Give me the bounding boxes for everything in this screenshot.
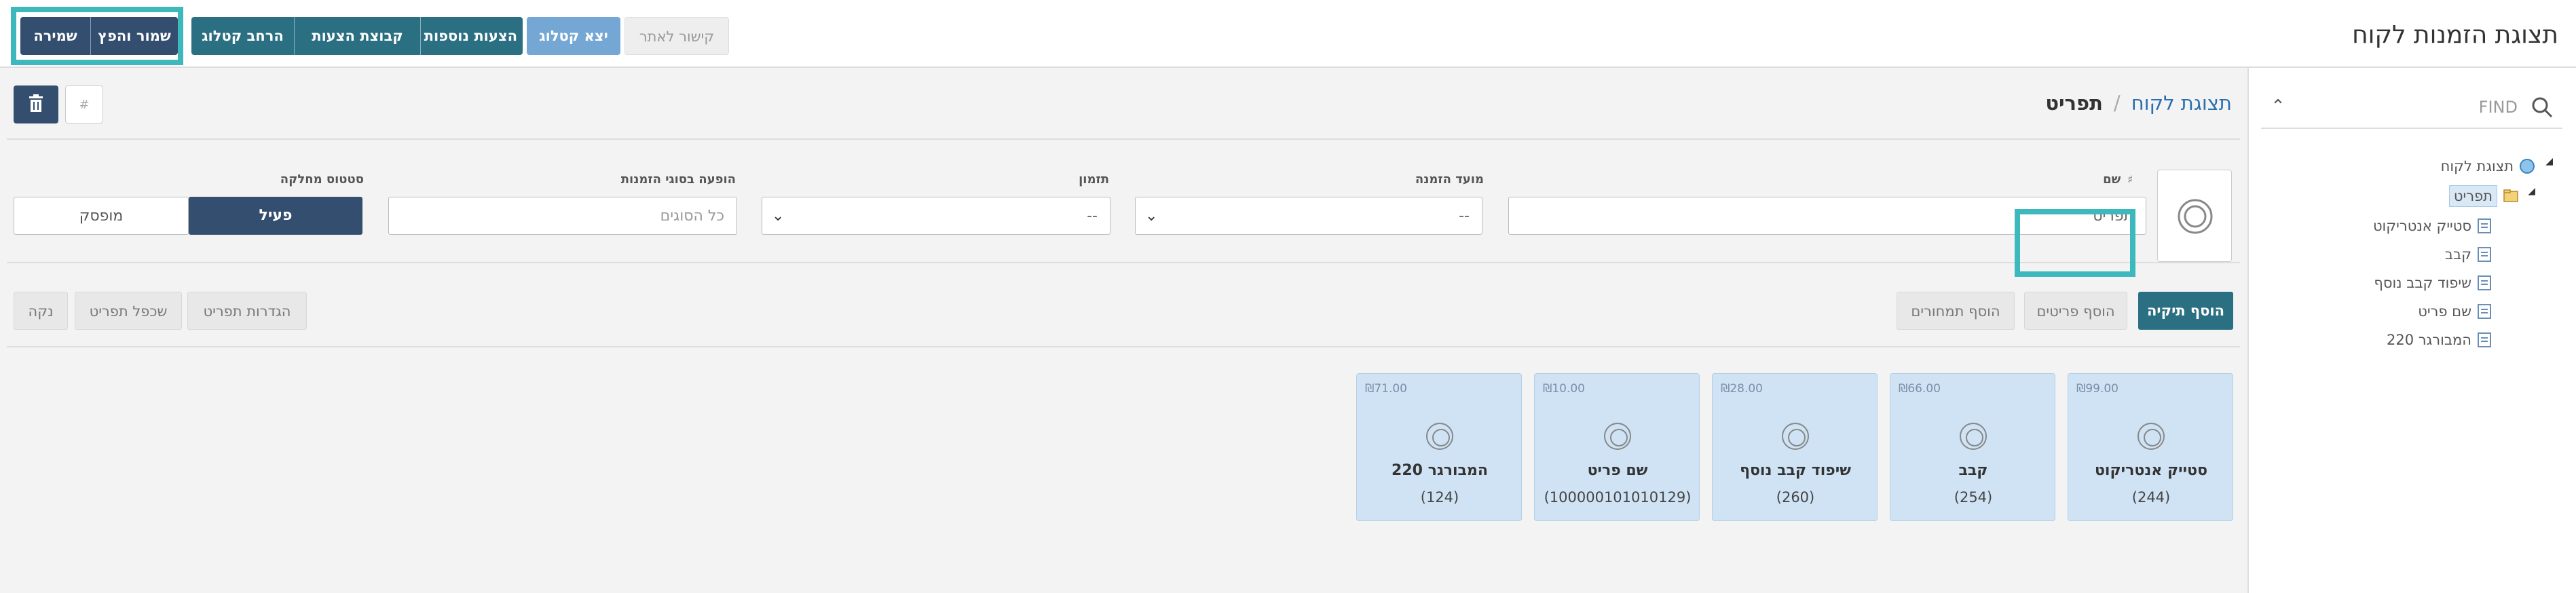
sidebar: ⌃ ◢ תצוגת לקוח ◢ תפריט סטייק אנטריקוט קב… — [2247, 68, 2576, 593]
main-content: תצוגת לקוח/תפריט # ♯שם תפריט מועד הזמנה … — [0, 68, 2247, 593]
tree-node-label: סטייק אנטריקוט — [2372, 218, 2471, 234]
tree-expand-arrow-menu[interactable]: ◢ — [2528, 186, 2535, 197]
item-price: ₪28.00 — [1721, 382, 1763, 396]
add-pricing-button[interactable]: הוסף תמחורים — [1897, 292, 2015, 330]
folder-icon — [2503, 189, 2518, 202]
item-name: שם פריט — [1587, 462, 1648, 479]
clone-menu-button[interactable]: שכפל תפריט — [75, 292, 182, 330]
globe-icon — [2520, 159, 2535, 174]
tree-expand-arrow-root[interactable]: ◢ — [2545, 156, 2553, 167]
chevron-down-icon: ⌄ — [1145, 208, 1158, 225]
item-code: (244) — [2131, 489, 2171, 505]
document-icon — [2478, 218, 2491, 233]
item-image-placeholder-icon — [2138, 423, 2165, 450]
offer-groups-button[interactable]: קבוצת הצעות — [295, 17, 421, 55]
tree-node-root[interactable]: תצוגת לקוח — [2441, 153, 2535, 178]
item-image-placeholder-icon — [1960, 423, 1987, 450]
document-icon — [2478, 247, 2491, 262]
item-name: שיפוד קבב נוסף — [1740, 462, 1851, 479]
item-name: המבורגר 220 — [1392, 462, 1488, 479]
menu-image-box[interactable] — [2157, 170, 2232, 262]
item-code: (254) — [1954, 489, 1993, 505]
menu-item-card[interactable]: ₪10.00 שם פריט (100000101010129) — [1534, 373, 1700, 521]
delete-button[interactable] — [14, 85, 58, 123]
availability-label: תזמון — [1079, 172, 1109, 187]
chevron-down-icon: ⌄ — [772, 208, 785, 225]
save-button[interactable]: שמירה — [20, 17, 91, 55]
save-publish-button[interactable]: שמור והפץ — [91, 17, 178, 55]
document-icon — [2478, 332, 2491, 347]
item-name: סטייק אנטריקוט — [2094, 462, 2208, 479]
tree-node-item[interactable]: קבב — [2445, 242, 2492, 266]
item-price: ₪10.00 — [1543, 382, 1585, 396]
tree-node-label: שם פריט — [2418, 303, 2471, 320]
divider — [7, 262, 2240, 263]
menu-item-card[interactable]: ₪28.00 שיפוד קבב נוסף (260) — [1712, 373, 1878, 521]
item-image-placeholder-icon — [1782, 423, 1809, 450]
tree-node-menu[interactable]: תפריט — [2448, 183, 2519, 208]
search-input[interactable] — [2334, 94, 2518, 121]
menu-item-card[interactable]: ₪66.00 קבב (254) — [1890, 373, 2055, 521]
tree-node-label: קבב — [2444, 246, 2471, 263]
add-folder-button[interactable]: הוסף תיקיה — [2138, 292, 2233, 330]
item-name: קבב — [1958, 462, 1988, 479]
tree-node-item[interactable]: המבורגר 220 — [2387, 327, 2492, 351]
order-time-label: מועד הזמנה — [1415, 172, 1484, 187]
clear-button[interactable]: נקה — [14, 292, 68, 330]
item-code: (100000101010129) — [1544, 489, 1692, 505]
breadcrumb-parent-link[interactable]: תצוגת לקוח — [2131, 92, 2232, 115]
item-code: (124) — [1420, 489, 1459, 505]
link-to-site-button[interactable]: קישור לאתר — [624, 17, 729, 55]
item-code: (260) — [1776, 489, 1815, 505]
order-types-label: הופעה בסוגי הזמנות — [620, 172, 736, 187]
tree-node-item[interactable]: שם פריט — [2418, 299, 2492, 323]
export-catalog-button[interactable]: יצא קטלוג — [527, 17, 620, 55]
order-time-select[interactable]: -- ⌄ — [1135, 197, 1482, 235]
item-price: ₪99.00 — [2076, 382, 2118, 396]
availability-select[interactable]: -- ⌄ — [762, 197, 1110, 235]
menu-settings-button[interactable]: הגדרות תפריט — [187, 292, 307, 330]
document-icon — [2478, 275, 2491, 290]
menu-item-card[interactable]: ₪99.00 סטייק אנטריקוט (244) — [2068, 373, 2233, 521]
divider — [7, 346, 2240, 347]
add-items-button[interactable]: הוסף פריטים — [2024, 292, 2127, 330]
item-image-placeholder-icon — [1604, 423, 1631, 450]
item-price: ₪71.00 — [1365, 382, 1407, 396]
tree-node-item[interactable]: שיפוד קבב נוסף — [2374, 270, 2492, 294]
name-label: ♯שם — [2103, 172, 2133, 187]
search-row: ⌃ — [2261, 88, 2562, 129]
tree-node-label: שיפוד קבב נוסף — [2374, 275, 2471, 291]
tree-node-item[interactable]: סטייק אנטריקוט — [2373, 213, 2492, 237]
breadcrumb-separator: / — [2113, 92, 2121, 115]
expand-catalog-button[interactable]: הרחב קטלוג — [191, 17, 295, 55]
collapse-up-icon[interactable]: ⌃ — [2268, 96, 2288, 117]
tree-node-label: המבורגר 220 — [2387, 332, 2471, 348]
department-status-label: סטטוס מחלקה — [280, 172, 364, 187]
tree-node-label: תפריט — [2448, 185, 2497, 207]
order-types-field[interactable]: כל הסוגים — [388, 197, 737, 235]
hash-field[interactable]: # — [65, 85, 103, 123]
name-field[interactable]: תפריט — [1508, 197, 2146, 235]
page-title: תצוגת הזמנות לקוח — [2352, 21, 2558, 49]
trash-icon — [29, 94, 43, 112]
divider — [7, 138, 2240, 140]
more-offers-button[interactable]: הצעות נוספות — [421, 17, 523, 55]
tree-node-label: תצוגת לקוח — [2440, 158, 2514, 174]
status-inactive-toggle[interactable]: מופסק — [14, 197, 189, 235]
breadcrumb: תצוגת לקוח / תפריט — [2045, 88, 2232, 118]
breadcrumb-current: תפריט — [2045, 92, 2103, 115]
image-placeholder-icon — [2178, 199, 2213, 234]
status-active-toggle[interactable]: פעיל — [189, 197, 362, 235]
item-image-placeholder-icon — [1426, 423, 1453, 450]
top-bar: תצוגת הזמנות לקוח קישור לאתר יצא קטלוג ה… — [0, 0, 2576, 68]
item-price: ₪66.00 — [1899, 382, 1941, 396]
search-icon[interactable] — [2530, 95, 2554, 119]
document-icon — [2478, 304, 2491, 319]
menu-item-card[interactable]: ₪71.00 המבורגר 220 (124) — [1356, 373, 1522, 521]
translate-icon[interactable]: ♯ — [2127, 173, 2133, 186]
